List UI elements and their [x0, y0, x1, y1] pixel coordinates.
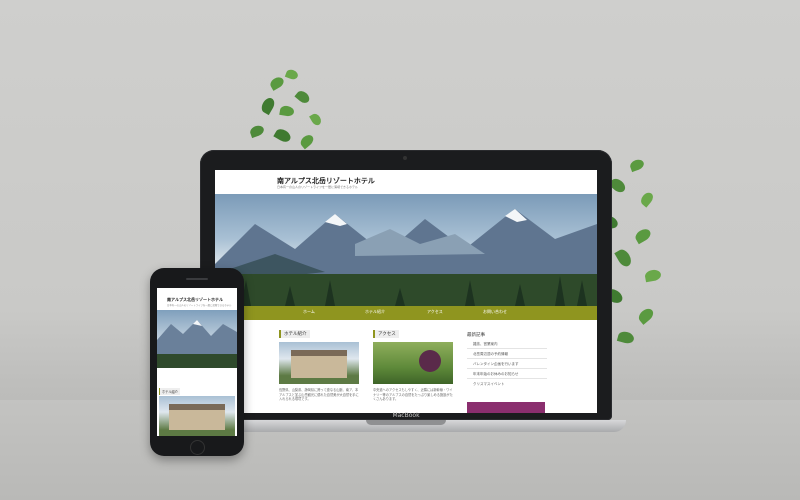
- section-text-hotel: 長野県、山梨県、静岡県に跨って連なる山脈、南ア、本アルプスと並ぶ山岳観光に優れた…: [279, 388, 359, 401]
- sidebar-item[interactable]: クリスマスイベント: [473, 382, 504, 387]
- sidebar-title: 最新記事: [467, 333, 485, 338]
- phone-menu-bar[interactable]: [157, 368, 237, 382]
- laptop-screen: 南アルプス北岳リゾートホテル 日本有一の山人のリゾートライフを一層に満喫できるホ…: [215, 170, 597, 413]
- phone-screen: 南アルプス北岳リゾートホテル 日本有一の山人のリゾートライフを一層に満喫できるホ…: [157, 288, 237, 436]
- smartphone: 南アルプス北岳リゾートホテル 日本有一の山人のリゾートライフを一層に満喫できるホ…: [150, 268, 244, 456]
- nav-item-home[interactable]: ホーム: [303, 309, 315, 315]
- phone-hotel-photo[interactable]: [159, 396, 235, 436]
- nav-item-contact[interactable]: お問い合わせ: [483, 309, 507, 315]
- sidebar-item[interactable]: 年末年始のお休みのお知らせ: [473, 372, 518, 377]
- sidebar-item[interactable]: バレンタイン企画を行います: [473, 362, 519, 367]
- laptop-brand: MacBook: [392, 412, 420, 419]
- vineyard-photo[interactable]: [373, 342, 453, 384]
- sidebar-item[interactable]: 雑誌、営業案内: [473, 342, 498, 347]
- camera-icon: [403, 156, 407, 160]
- forest: [215, 274, 597, 306]
- speaker-icon: [186, 278, 208, 280]
- nav-item-hotel[interactable]: ホテル紹介: [365, 309, 385, 315]
- main-nav: ホーム ホテル紹介 アクセス お問い合わせ: [215, 306, 597, 320]
- laptop-notch: [366, 420, 446, 425]
- site-header: 南アルプス北岳リゾートホテル 日本有一の山人のリゾートライフを一層に満喫できるホ…: [215, 170, 597, 194]
- home-button[interactable]: [190, 440, 205, 455]
- hero-image: [215, 194, 597, 306]
- section-title-access: アクセス: [373, 330, 399, 338]
- sidebar-banner[interactable]: [467, 402, 545, 413]
- phone-site-tagline: 日本有一の山人のリゾートライフを一層に満喫できるホテル: [167, 304, 232, 307]
- hotel-photo[interactable]: [279, 342, 359, 384]
- section-title-hotel: ホテル紹介: [279, 330, 310, 338]
- site-tagline: 日本有一の山人のリゾートライフを一層に満喫できるホテル: [277, 185, 358, 189]
- phone-hero-image: [157, 310, 237, 368]
- sidebar-item[interactable]: 北岳周辺週の予約情報: [473, 352, 508, 357]
- nav-item-access[interactable]: アクセス: [427, 309, 443, 315]
- section-text-access: 中央道へのアクセスもしやすく、近隣には新幹線・ワイナリー等のアルプスの自然をたっ…: [373, 388, 453, 401]
- laptop-lid: 南アルプス北岳リゾートホテル 日本有一の山人のリゾートライフを一層に満喫できるホ…: [200, 150, 612, 420]
- phone-section-title: ホテル紹介: [159, 388, 180, 395]
